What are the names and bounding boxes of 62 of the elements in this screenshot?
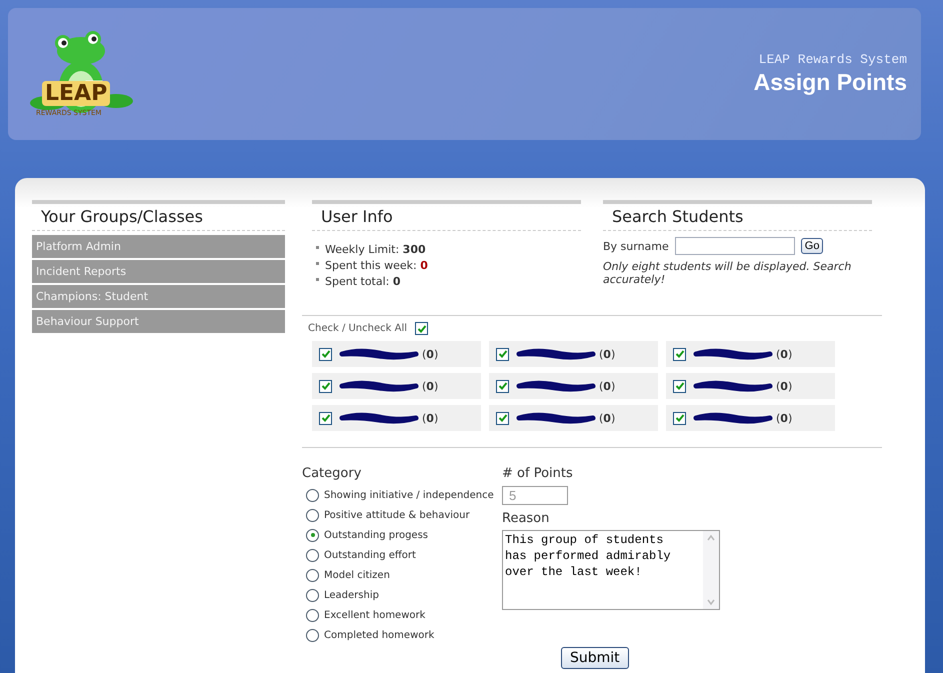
sidebar-item[interactable]: Champions: Student [32, 285, 285, 308]
field-label: By surname [603, 240, 669, 252]
section-title: Search Students [603, 200, 872, 231]
points-count: (0) [776, 412, 792, 424]
option-label: Outstanding effort [324, 550, 416, 560]
option-label: Outstanding progess [324, 530, 428, 540]
category-label: Category [302, 466, 362, 481]
radio-button[interactable] [306, 628, 319, 642]
points-count: (0) [422, 412, 438, 424]
stat-text: Spent total: 0 [325, 275, 401, 288]
option-label: Completed homework [324, 630, 434, 640]
checkbox[interactable] [673, 348, 686, 360]
radio-button[interactable] [306, 588, 319, 602]
checkbox[interactable] [415, 322, 428, 335]
section-title: Your Groups/Classes [32, 200, 285, 231]
checkbox[interactable] [496, 348, 509, 360]
checkbox[interactable] [319, 348, 332, 360]
checkbox[interactable] [673, 380, 686, 392]
reason-label: Reason [502, 511, 550, 526]
points-label: # of Points [502, 466, 574, 481]
checkbox[interactable] [496, 412, 509, 424]
logo-wordmark: LEAP [42, 81, 110, 106]
radio-button[interactable] [306, 488, 319, 502]
option-label: Leadership [324, 590, 379, 600]
radio-button[interactable] [306, 608, 319, 622]
points-count: (0) [599, 348, 616, 360]
checkbox[interactable] [673, 412, 686, 424]
points-field[interactable]: 5 [502, 486, 568, 505]
option-label: Excellent homework [324, 610, 426, 620]
option-label: Positive attitude & behaviour [324, 510, 470, 520]
points-count: (0) [599, 412, 616, 424]
radio-button[interactable] [306, 528, 319, 542]
checkbox[interactable] [496, 380, 509, 392]
points-count: (0) [776, 380, 792, 392]
option-label: Showing initiative / independence [324, 490, 494, 500]
points-count: (0) [422, 348, 438, 360]
bullet-icon [316, 278, 319, 281]
radio-button[interactable] [306, 508, 319, 522]
bullet-icon [316, 262, 319, 265]
option-label: Model citizen [324, 570, 390, 580]
checkbox[interactable] [319, 380, 332, 392]
surname-field[interactable] [674, 237, 795, 255]
radio-button[interactable] [306, 568, 319, 582]
bullet-icon [316, 246, 319, 249]
sidebar-item[interactable]: Behaviour Support [32, 310, 285, 333]
points-count: (0) [599, 380, 616, 392]
page-title: Assign Points [754, 69, 907, 96]
section-title: User Info [312, 200, 581, 231]
search-note: Only eight students will be displayed. Search accurately! [603, 260, 852, 286]
system-name: LEAP Rewards System [758, 52, 907, 67]
checkbox[interactable] [319, 412, 332, 424]
points-count: (0) [422, 380, 438, 392]
points-count: (0) [776, 348, 792, 360]
submit-button[interactable]: Submit [561, 647, 629, 669]
go-button[interactable]: Go [800, 238, 824, 254]
sidebar-item[interactable]: Platform Admin [32, 235, 285, 258]
reason-field[interactable]: This group of students has performed admirably over the last week! [502, 530, 720, 610]
radio-button[interactable] [306, 548, 319, 562]
sidebar-item[interactable]: Incident Reports [32, 260, 285, 283]
stat-text: Weekly Limit: 300 [325, 243, 426, 256]
check-all-label: Check / Uncheck All [308, 323, 407, 334]
stat-text: Spent this week: 0 [325, 259, 428, 272]
